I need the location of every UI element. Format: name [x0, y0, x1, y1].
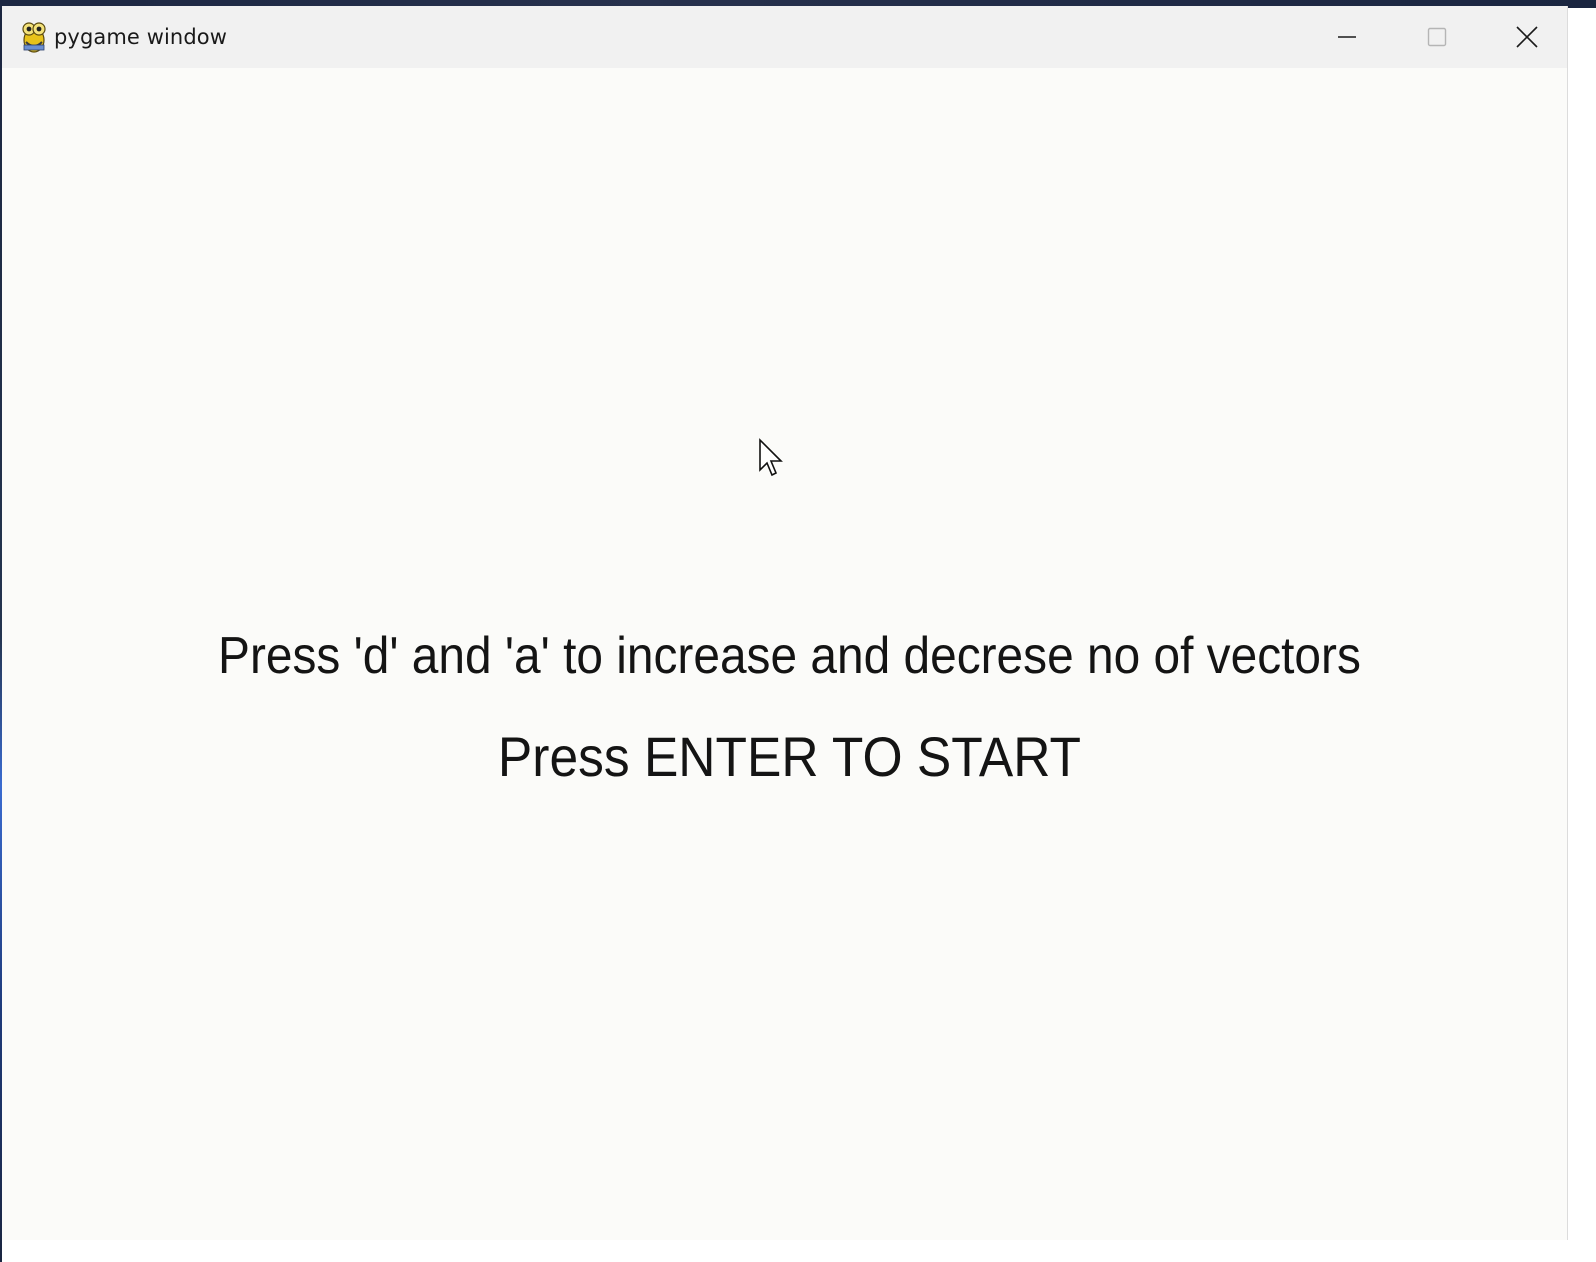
pygame-snake-icon	[18, 20, 50, 54]
maximize-button[interactable]	[1392, 6, 1482, 68]
minimize-button[interactable]	[1302, 6, 1392, 68]
close-button[interactable]	[1482, 6, 1572, 68]
window-title: pygame window	[54, 25, 227, 49]
game-canvas[interactable]: Press 'd' and 'a' to increase and decres…	[2, 68, 1567, 1240]
close-icon	[1516, 26, 1538, 48]
start-prompt-text: Press ENTER TO START	[497, 725, 1081, 788]
window-titlebar[interactable]: pygame window	[2, 6, 1567, 68]
pygame-window: pygame window Press 'd' and 'a' to incre…	[2, 6, 1568, 1240]
maximize-icon	[1427, 27, 1447, 47]
arrow-cursor-icon	[758, 438, 786, 480]
minimize-icon	[1338, 36, 1356, 38]
instruction-text: Press 'd' and 'a' to increase and decres…	[218, 627, 1361, 685]
